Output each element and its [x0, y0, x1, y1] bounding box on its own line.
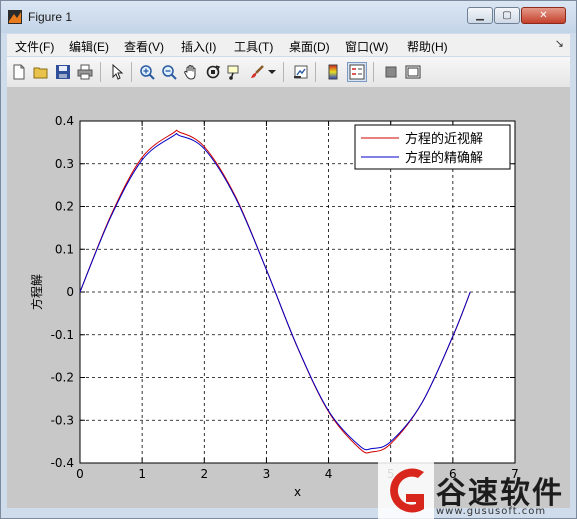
- print-icon[interactable]: [75, 62, 95, 82]
- data-cursor-icon[interactable]: [225, 62, 245, 82]
- menu-view[interactable]: 查看(V): [124, 38, 164, 55]
- save-icon[interactable]: [53, 62, 73, 82]
- figure-canvas[interactable]: 012345670.40.30.20.10-0.1-0.2-0.3-0.4x方程…: [7, 88, 570, 508]
- y-tick-label: 0.1: [55, 242, 74, 256]
- menu-file[interactable]: 文件(F): [15, 38, 54, 55]
- line-chart[interactable]: 012345670.40.30.20.10-0.1-0.2-0.3-0.4x方程…: [7, 88, 570, 508]
- toolbar-separator: [373, 62, 374, 82]
- y-tick-label: 0.4: [55, 114, 74, 128]
- brush-dropdown-icon[interactable]: [267, 62, 277, 82]
- watermark: 谷速软件 www.gususoft.com: [378, 462, 577, 519]
- toolbar-separator: [131, 62, 132, 82]
- x-tick-label: 3: [263, 467, 271, 481]
- x-axis-label: x: [294, 485, 301, 499]
- title-bar[interactable]: Figure 1 ▁ ▢ ✕: [1, 1, 576, 33]
- new-figure-icon[interactable]: [9, 62, 29, 82]
- menu-tools[interactable]: 工具(T): [234, 38, 273, 55]
- brush-icon[interactable]: [247, 62, 267, 82]
- minimize-button[interactable]: ▁: [467, 7, 493, 24]
- menu-insert[interactable]: 插入(I): [181, 38, 216, 55]
- gususoft-logo-icon: [378, 462, 434, 519]
- matlab-logo-icon: [8, 10, 22, 24]
- close-button[interactable]: ✕: [521, 7, 566, 24]
- open-file-icon[interactable]: [31, 62, 51, 82]
- y-tick-label: -0.1: [51, 328, 74, 342]
- toolbar-separator: [315, 62, 316, 82]
- link-plot-icon[interactable]: [291, 62, 311, 82]
- x-tick-label: 1: [138, 467, 146, 481]
- menu-desktop[interactable]: 桌面(D): [289, 38, 330, 55]
- menu-bar: 文件(F) 编辑(E) 查看(V) 插入(I) 工具(T) 桌面(D) 窗口(W…: [7, 34, 570, 56]
- y-axis-label: 方程解: [29, 274, 44, 310]
- zoom-in-icon[interactable]: [137, 62, 157, 82]
- x-tick-label: 2: [200, 467, 208, 481]
- toolbar-separator: [283, 62, 284, 82]
- edit-plot-arrow-icon[interactable]: [107, 62, 127, 82]
- colorbar-icon[interactable]: [323, 62, 343, 82]
- figure-toolbar: [7, 57, 570, 88]
- legend-icon[interactable]: [347, 62, 367, 82]
- close-icon: ✕: [539, 10, 548, 21]
- menu-dock-arrow-icon[interactable]: ↘: [555, 37, 564, 50]
- toolbar-separator: [100, 62, 101, 82]
- x-tick-label: 4: [325, 467, 333, 481]
- hide-plot-tools-icon[interactable]: [381, 62, 401, 82]
- legend-label-1: 方程的近视解: [405, 131, 483, 147]
- y-tick-label: -0.3: [51, 413, 74, 427]
- zoom-out-icon[interactable]: [159, 62, 179, 82]
- menu-help[interactable]: 帮助(H): [407, 38, 448, 55]
- minimize-icon: ▁: [476, 10, 484, 21]
- y-tick-label: -0.2: [51, 371, 74, 385]
- maximize-icon: ▢: [502, 10, 512, 21]
- watermark-url: www.gususoft.com: [436, 506, 547, 517]
- menu-window[interactable]: 窗口(W): [345, 38, 388, 55]
- y-tick-label: -0.4: [51, 456, 74, 470]
- y-tick-label: 0.3: [55, 157, 74, 171]
- pan-hand-icon[interactable]: [181, 62, 201, 82]
- y-tick-label: 0: [66, 285, 74, 299]
- show-plot-tools-icon[interactable]: [403, 62, 423, 82]
- menu-edit[interactable]: 编辑(E): [69, 38, 109, 55]
- rotate-3d-icon[interactable]: [203, 62, 223, 82]
- legend-label-2: 方程的精确解: [405, 150, 483, 166]
- window-title: Figure 1: [28, 10, 73, 24]
- maximize-button[interactable]: ▢: [494, 7, 520, 24]
- y-tick-label: 0.2: [55, 200, 74, 214]
- x-tick-label: 0: [76, 467, 84, 481]
- figure-window: Figure 1 ▁ ▢ ✕ 文件(F) 编辑(E) 查看(V) 插入(I) 工…: [0, 0, 577, 519]
